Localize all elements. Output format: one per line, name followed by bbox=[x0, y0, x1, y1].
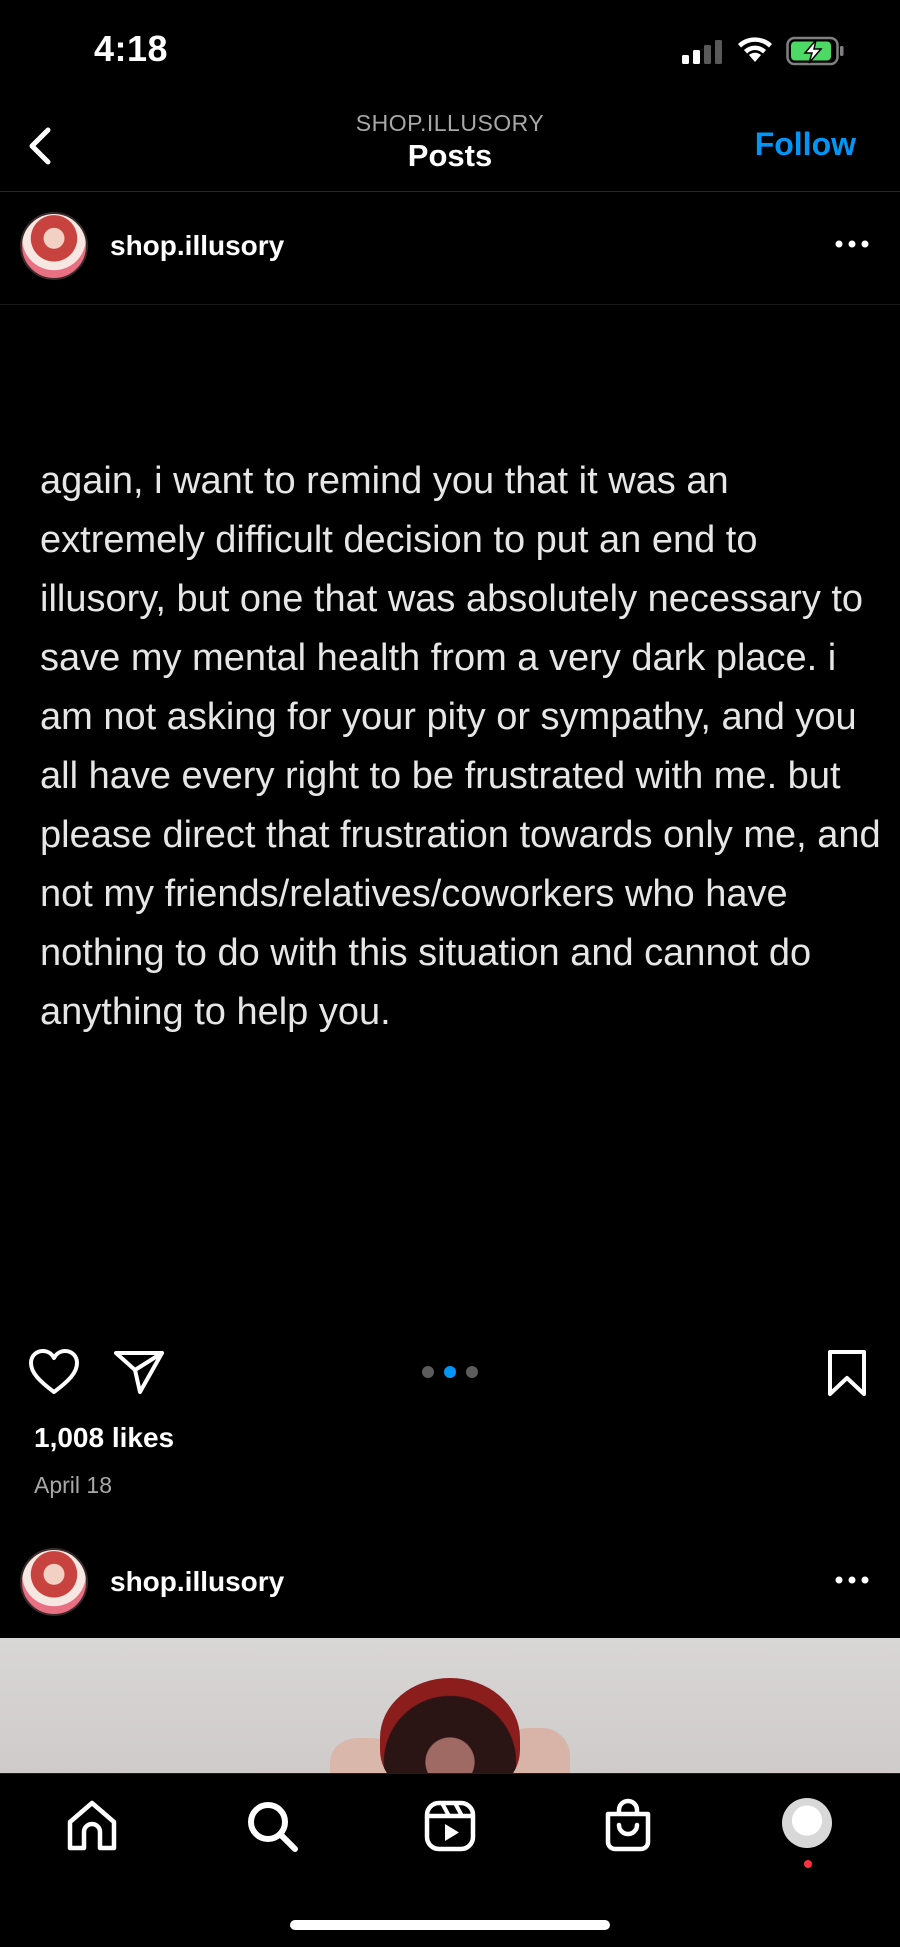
search-icon[interactable] bbox=[244, 1798, 300, 1854]
post-username[interactable]: shop.illusory bbox=[110, 1566, 284, 1598]
home-icon[interactable] bbox=[64, 1798, 120, 1854]
carousel-dot bbox=[466, 1366, 478, 1378]
shop-icon[interactable] bbox=[600, 1798, 656, 1854]
next-post-header: shop.illusory bbox=[0, 1528, 900, 1638]
post-username[interactable]: shop.illusory bbox=[110, 230, 284, 262]
likes-count[interactable]: 1,008 likes bbox=[34, 1422, 174, 1454]
heart-icon[interactable] bbox=[28, 1348, 80, 1396]
post-text: again, i want to remind you that it was … bbox=[40, 460, 881, 1033]
cellular-signal-icon bbox=[682, 40, 722, 64]
carousel-dot bbox=[422, 1366, 434, 1378]
avatar[interactable] bbox=[20, 212, 88, 280]
wifi-icon bbox=[738, 37, 772, 62]
post-header: shop.illusory bbox=[0, 192, 900, 302]
status-bar: 4:18 bbox=[0, 0, 900, 100]
home-indicator[interactable] bbox=[290, 1920, 610, 1930]
share-icon[interactable] bbox=[112, 1348, 166, 1396]
bookmark-icon[interactable] bbox=[826, 1348, 868, 1398]
post-actions bbox=[0, 1340, 900, 1404]
carousel-dot-active bbox=[444, 1366, 456, 1378]
battery-charging-icon bbox=[786, 36, 844, 66]
notification-dot bbox=[804, 1860, 812, 1868]
bottom-tab-bar bbox=[0, 1773, 900, 1947]
post-date: April 18 bbox=[34, 1472, 112, 1498]
reels-icon[interactable] bbox=[422, 1798, 478, 1854]
photo-subject-head bbox=[380, 1678, 520, 1773]
follow-button[interactable]: Follow bbox=[755, 126, 856, 163]
profile-avatar[interactable] bbox=[782, 1798, 832, 1848]
divider bbox=[0, 304, 900, 305]
more-options-icon[interactable] bbox=[834, 234, 870, 254]
avatar[interactable] bbox=[20, 1548, 88, 1616]
navigation-header: SHOP.ILLUSORY Posts Follow bbox=[0, 100, 900, 192]
status-time: 4:18 bbox=[94, 28, 169, 69]
next-post-image[interactable] bbox=[0, 1638, 900, 1773]
more-options-icon[interactable] bbox=[834, 1570, 870, 1590]
carousel-indicator bbox=[422, 1366, 482, 1380]
